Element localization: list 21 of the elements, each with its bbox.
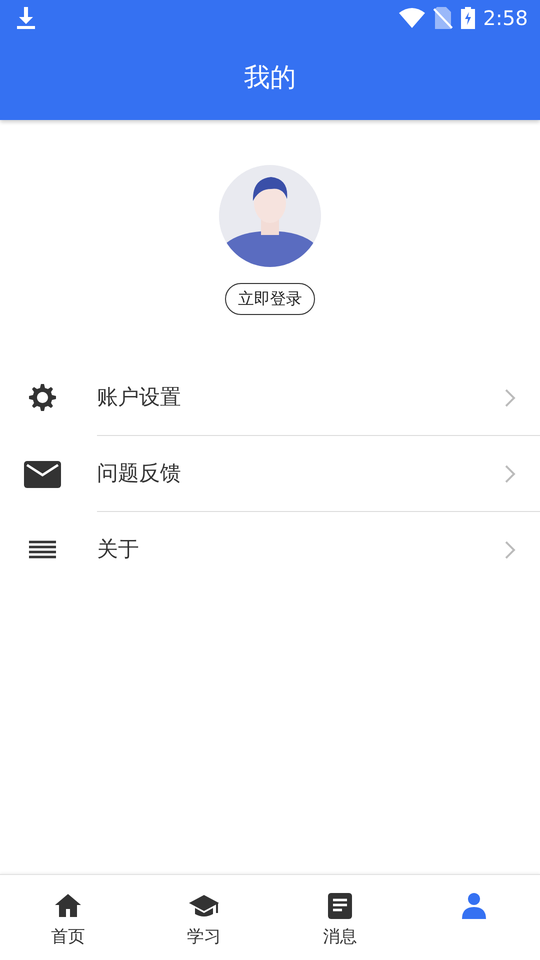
wifi-icon [399, 8, 426, 28]
menu-item[interactable]: 关于 [0, 512, 540, 588]
menu-label: 账户设置 [97, 384, 181, 411]
menu-label: 关于 [97, 536, 139, 564]
nav-tab[interactable]: 首页 [0, 875, 136, 960]
menu-item[interactable]: 问题反馈 [0, 436, 540, 512]
no-sim-icon [433, 7, 454, 29]
person-icon [459, 891, 489, 921]
chevron-right-icon [504, 388, 516, 408]
chevron-right-icon [504, 464, 516, 484]
download-icon [16, 7, 36, 29]
chevron-right-icon [504, 540, 516, 560]
status-time: 2:58 [483, 5, 528, 32]
battery-icon [461, 7, 476, 29]
page-title: 我的 [244, 62, 296, 94]
menu-label: 问题反馈 [97, 460, 181, 487]
menu-item[interactable]: 账户设置 [0, 360, 540, 436]
login-button[interactable]: 立即登录 [225, 283, 315, 315]
nav-tab[interactable]: 消息 [272, 875, 408, 960]
nav-tab[interactable]: 学习 [136, 875, 272, 960]
document-icon [325, 891, 355, 921]
